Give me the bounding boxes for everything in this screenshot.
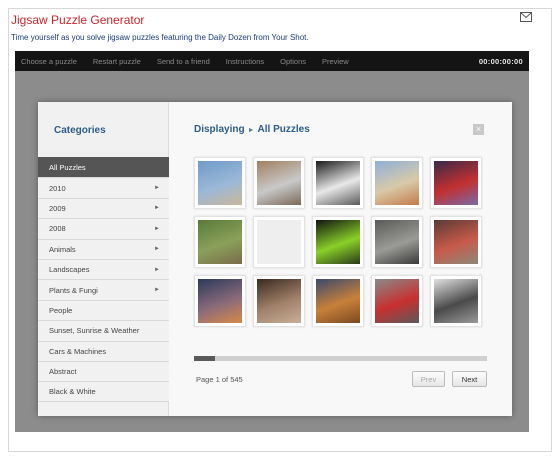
category-item-landscapes[interactable]: Landscapes ► xyxy=(38,258,169,280)
puzzle-thumbnail-image xyxy=(434,220,478,264)
breadcrumb-arrow-icon: ► xyxy=(247,127,255,134)
breadcrumb-current: All Puzzles xyxy=(257,124,310,135)
preview-button[interactable]: Preview xyxy=(322,57,349,66)
choose-puzzle-button[interactable]: Choose a puzzle xyxy=(21,57,77,66)
puzzle-thumbnail-image xyxy=(198,220,242,264)
breadcrumb: Displaying ► All Puzzles xyxy=(194,124,310,135)
category-list: All Puzzles 2010 ► 2009 ► 2008 ► Animals ► Landsc… xyxy=(38,157,169,402)
puzzle-thumbnail-image xyxy=(257,220,301,264)
thumb-bw-water[interactable] xyxy=(430,275,482,327)
category-item-cars-machines[interactable]: Cars & Machines xyxy=(38,340,169,361)
thumb-green-leaf[interactable] xyxy=(312,216,364,268)
category-label: 2009 xyxy=(49,203,66,213)
category-item-2010[interactable]: 2010 ► xyxy=(38,177,169,198)
chevron-right-icon: ► xyxy=(154,185,160,192)
puzzle-thumbnail-image xyxy=(316,161,360,205)
thumb-twilight-sky[interactable] xyxy=(194,275,246,327)
puzzle-thumbnail-image xyxy=(198,279,242,323)
category-label: Landscapes xyxy=(49,265,90,275)
page-scrollbar[interactable] xyxy=(194,356,487,361)
category-label: Cars & Machines xyxy=(49,346,107,356)
category-item-all-puzzles[interactable]: All Puzzles xyxy=(38,157,169,178)
category-label: People xyxy=(49,305,73,315)
prev-page-button[interactable]: Prev xyxy=(412,371,445,387)
envelope-icon[interactable] xyxy=(520,12,532,22)
puzzle-browser: Displaying ► All Puzzles × Page 1 of 545 P… xyxy=(169,102,512,416)
category-item-animals[interactable]: Animals ► xyxy=(38,238,169,259)
puzzle-thumbnail-image xyxy=(198,161,242,205)
category-item-plants-fungi[interactable]: Plants & Fungi ► xyxy=(38,279,169,300)
category-label: All Puzzles xyxy=(49,163,86,173)
chevron-right-icon: ► xyxy=(154,205,160,212)
category-item-2008[interactable]: 2008 ► xyxy=(38,218,169,239)
chevron-right-icon: ► xyxy=(154,225,160,232)
category-label: Abstract xyxy=(49,367,77,377)
restart-puzzle-button[interactable]: Restart puzzle xyxy=(93,57,141,66)
thumb-metal-sculpture[interactable] xyxy=(253,157,305,209)
category-label: 2010 xyxy=(49,183,66,193)
puzzle-thumbnail-image xyxy=(316,220,360,264)
chevron-right-icon: ► xyxy=(154,266,160,273)
puzzle-thumbnail-image xyxy=(316,279,360,323)
categories-sidebar: Categories All Puzzles 2010 ► 2009 ► 2008 ► Ani… xyxy=(38,102,169,416)
thumb-old-man[interactable] xyxy=(253,275,305,327)
puzzle-toolbar: Choose a puzzle Restart puzzle Send to a… xyxy=(15,51,529,71)
puzzle-timer: 00:00:00:00 xyxy=(478,56,523,66)
choose-puzzle-dialog: Categories All Puzzles 2010 ► 2009 ► 2008 ► Ani… xyxy=(38,102,512,416)
options-button[interactable]: Options xyxy=(280,57,306,66)
thumb-green-animals[interactable] xyxy=(194,216,246,268)
breadcrumb-prefix: Displaying xyxy=(194,124,245,135)
category-label: Sunset, Sunrise & Weather xyxy=(49,326,140,336)
close-dialog-button[interactable]: × xyxy=(473,124,484,135)
thumb-red-reptile[interactable] xyxy=(430,216,482,268)
thumb-blank[interactable] xyxy=(253,216,305,268)
puzzle-thumbnail-image xyxy=(375,220,419,264)
category-label: Plants & Fungi xyxy=(49,285,98,295)
page-scrollbar-thumb[interactable] xyxy=(194,356,215,361)
thumb-arch-bw[interactable] xyxy=(312,157,364,209)
category-label: 2008 xyxy=(49,224,66,234)
category-item-people[interactable]: People xyxy=(38,299,169,321)
thumb-red-boat[interactable] xyxy=(371,275,423,327)
instructions-button[interactable]: Instructions xyxy=(226,57,264,66)
chevron-right-icon: ► xyxy=(154,246,160,253)
puzzle-thumbnail-image xyxy=(257,279,301,323)
thumb-rocky-creature[interactable] xyxy=(371,216,423,268)
app-title: Jigsaw Puzzle Generator xyxy=(11,13,145,27)
category-item-abstract[interactable]: Abstract xyxy=(38,360,169,382)
puzzle-thumbnail-image xyxy=(375,161,419,205)
next-page-button[interactable]: Next xyxy=(452,371,487,387)
thumb-red-lights[interactable] xyxy=(430,157,482,209)
puzzle-thumbnail-image xyxy=(375,279,419,323)
page-info: Page 1 of 545 xyxy=(196,375,243,384)
category-item-sunset-sunrise-weather[interactable]: Sunset, Sunrise & Weather xyxy=(38,320,169,341)
categories-heading: Categories xyxy=(54,125,106,136)
puzzle-thumbnail-image xyxy=(434,279,478,323)
thumb-sky-sculpture[interactable] xyxy=(371,157,423,209)
category-label: Animals xyxy=(49,244,76,254)
chevron-right-icon: ► xyxy=(154,287,160,294)
thumb-blue-animal[interactable] xyxy=(194,157,246,209)
send-to-friend-button[interactable]: Send to a friend xyxy=(157,57,210,66)
app-tagline: Time yourself as you solve jigsaw puzzle… xyxy=(11,33,309,42)
thumb-desert-field[interactable] xyxy=(312,275,364,327)
puzzle-thumbnail-image xyxy=(434,161,478,205)
category-item-2009[interactable]: 2009 ► xyxy=(38,197,169,219)
category-label: Black & White xyxy=(49,386,96,396)
category-item-black-white[interactable]: Black & White xyxy=(38,381,169,402)
puzzle-thumbnail-image xyxy=(257,161,301,205)
